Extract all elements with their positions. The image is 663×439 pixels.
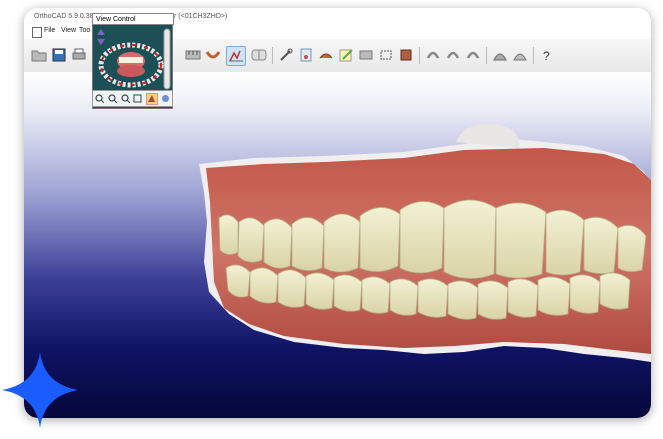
menu-file[interactable]: File: [44, 27, 55, 34]
rotate-up-icon[interactable]: [444, 46, 462, 64]
bite-icon[interactable]: [226, 46, 246, 66]
model-icon[interactable]: [297, 46, 315, 64]
wrench-icon[interactable]: [277, 46, 295, 64]
zoom-out-icon[interactable]: [107, 94, 117, 104]
zoom-in-icon[interactable]: [94, 94, 104, 104]
toolbar-separator: [272, 47, 273, 64]
rotate-left-icon[interactable]: [424, 46, 442, 64]
rotate-right-icon[interactable]: [464, 46, 482, 64]
zoom-fit-icon[interactable]: [120, 94, 130, 104]
3d-viewport[interactable]: [24, 72, 651, 418]
save-icon[interactable]: [50, 46, 68, 64]
svg-text:?: ?: [543, 49, 550, 62]
view-control-toolbar: [92, 90, 173, 107]
toolbar-separator: [419, 47, 420, 64]
open-folder-icon[interactable]: [30, 46, 48, 64]
toolbar-separator: [486, 47, 487, 64]
app-window: OrthoCAD 5.9.0.38 r (<01CH3ZHD>) File Vi…: [24, 8, 651, 418]
measure-icon[interactable]: [184, 46, 202, 64]
print-icon[interactable]: [70, 46, 88, 64]
arch-icon[interactable]: [204, 46, 222, 64]
rotate-icon[interactable]: [161, 94, 171, 104]
app-menu-icon[interactable]: [32, 27, 42, 38]
view-control-label: View Control: [92, 13, 174, 25]
toolbar-separator: [533, 47, 534, 64]
zoom-window-icon[interactable]: [133, 94, 143, 104]
window-title-suffix: r (<01CH3ZHD>): [174, 13, 228, 20]
crop-icon[interactable]: [377, 46, 395, 64]
jaw-lower-icon[interactable]: [511, 46, 529, 64]
sparkle-icon: [2, 352, 78, 428]
menu-tools[interactable]: Too: [79, 27, 90, 34]
grid-icon[interactable]: [357, 46, 375, 64]
help-icon[interactable]: ?: [538, 46, 556, 64]
paint-icon[interactable]: [397, 46, 415, 64]
menu-view[interactable]: View: [61, 27, 76, 34]
dental-model[interactable]: [24, 72, 651, 418]
notes-icon[interactable]: [337, 46, 355, 64]
ipr-icon[interactable]: [317, 46, 335, 64]
split-view-icon[interactable]: [250, 46, 268, 64]
jaw-upper-icon[interactable]: [491, 46, 509, 64]
window-title: OrthoCAD 5.9.0.38: [34, 13, 94, 20]
pan-icon[interactable]: [145, 92, 158, 105]
